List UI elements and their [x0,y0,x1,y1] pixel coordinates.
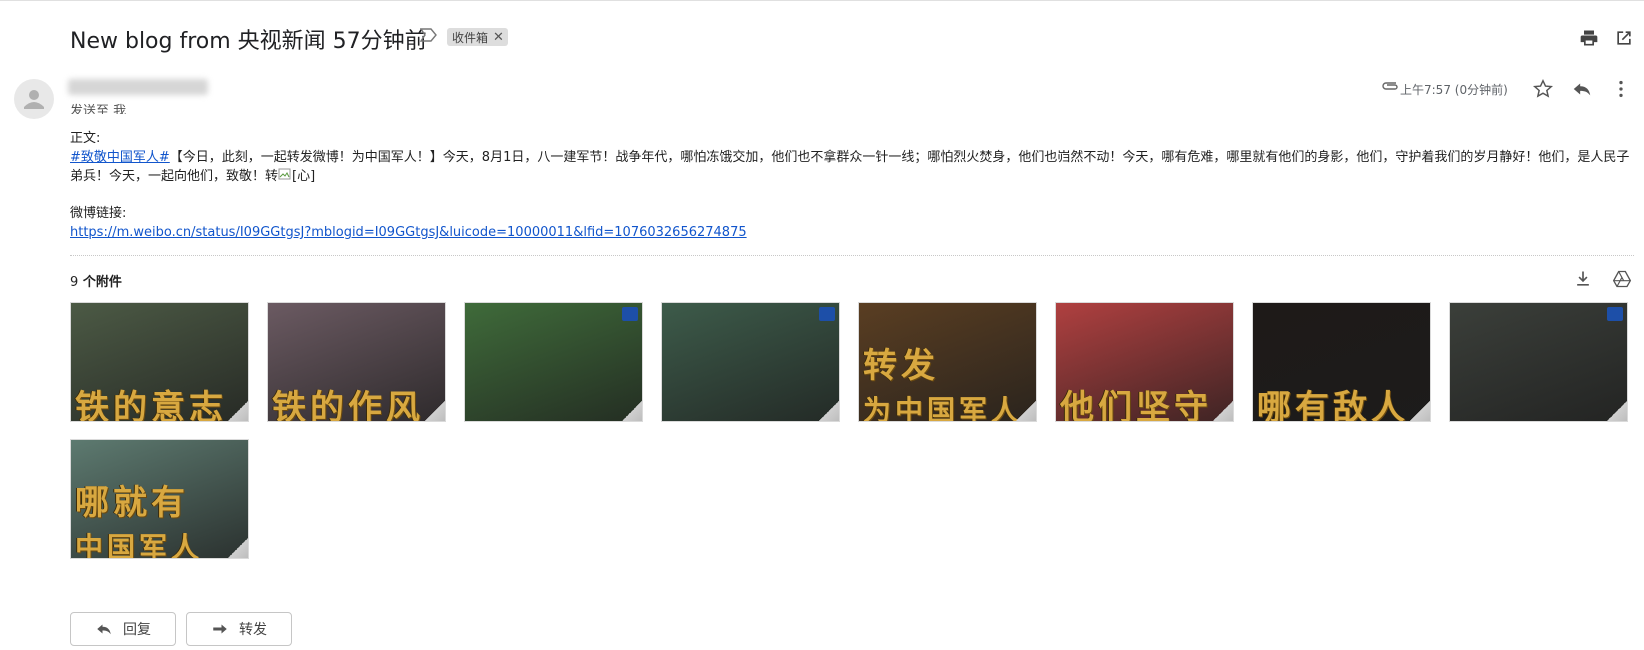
attachment-thumbnail[interactable]: 哪就有 中国军人 [70,439,249,559]
label-chip-inbox[interactable]: 收件箱 ✕ [447,28,508,46]
reply-button-label: 回复 [123,622,151,638]
attachment-thumbnail[interactable]: 铁的作风 [267,302,446,422]
thumbnail-caption: 哪就有 [75,483,189,523]
importance-marker-icon[interactable] [420,28,438,42]
attachment-thumbnail[interactable] [1449,302,1628,422]
page-curl-icon [622,401,642,421]
reply-icon[interactable] [1571,78,1593,100]
print-icon[interactable] [1579,28,1599,48]
thumbnail-subcaption: 为中国军人 [863,394,1024,422]
attachment-thumbnail[interactable]: 哪有敌人 [1252,302,1431,422]
page-curl-icon [1410,401,1430,421]
recipient-line[interactable]: 发送至 我 [70,100,126,114]
attachment-thumbnail[interactable]: 他们坚守 [1055,302,1234,422]
reply-button[interactable]: 回复 [70,612,176,646]
hashtag-link[interactable]: #致敬中国军人# [70,150,170,165]
thumbnail-subcaption: 中国军人 [75,531,204,559]
page-curl-icon [425,401,445,421]
email-time: 上午7:57 (0分钟前) [1400,83,1508,97]
thumbnail-caption: 铁的作风 [272,388,424,422]
page-curl-icon [228,538,248,558]
paperclip-icon [1382,82,1398,90]
page-curl-icon [228,401,248,421]
cctv-logo-icon [819,307,835,321]
page-curl-icon [1016,401,1036,421]
attachment-count-number: 9 [70,275,79,290]
star-icon[interactable] [1532,78,1554,100]
cctv-logo-icon [622,307,638,321]
attachment-count: 9 个附件 [70,271,122,290]
email-subject: New blog from 央视新闻 57分钟前 [70,29,427,54]
attachment-thumbnail[interactable]: 转发 为中国军人 [858,302,1037,422]
body-heading: 正文: [70,131,101,146]
attachment-count-label: 个附件 [82,275,122,290]
reply-icon [97,624,111,635]
download-icon[interactable] [1573,269,1593,289]
forward-button[interactable]: 转发 [186,612,292,646]
attachment-thumbnail[interactable] [464,302,643,422]
avatar-icon [24,90,44,109]
drive-icon[interactable] [1612,269,1632,289]
attachment-thumbnail[interactable] [661,302,840,422]
broken-image-icon [278,168,291,180]
sender-avatar[interactable] [14,79,54,119]
forward-icon [213,624,227,634]
sender-name-redacted[interactable] [68,79,208,95]
remove-label-icon[interactable]: ✕ [493,30,504,45]
broken-image: [心] [278,167,315,186]
label-chip-text: 收件箱 [452,30,489,45]
attachment-thumbnail[interactable]: 铁的意志 [70,302,249,422]
thumbnail-caption: 他们坚守 [1060,388,1212,422]
weibo-link[interactable]: https://m.weibo.cn/status/I09GGtgsJ?mblo… [70,225,747,240]
page-curl-icon [1607,401,1627,421]
open-new-window-icon[interactable] [1614,28,1634,48]
divider [70,255,1634,256]
forward-button-label: 转发 [239,622,267,638]
body-paragraph: #致敬中国军人#【今日，此刻，一起转发微博！为中国军人！】今天，8月1日，八一建… [70,148,1630,186]
page-curl-icon [1213,401,1233,421]
thumbnail-caption: 转发 [863,346,939,386]
more-vert-icon[interactable] [1610,78,1632,100]
email-body: 正文: #致敬中国军人#【今日，此刻，一起转发微博！为中国军人！】今天，8月1日… [70,129,1630,242]
link-label: 微博链接: [70,206,127,221]
broken-image-alt: [心] [292,169,316,184]
thumbnail-caption: 哪有敌人 [1257,388,1409,422]
cctv-logo-icon [1607,307,1623,321]
page-curl-icon [819,401,839,421]
thumbnail-caption: 铁的意志 [75,388,227,422]
